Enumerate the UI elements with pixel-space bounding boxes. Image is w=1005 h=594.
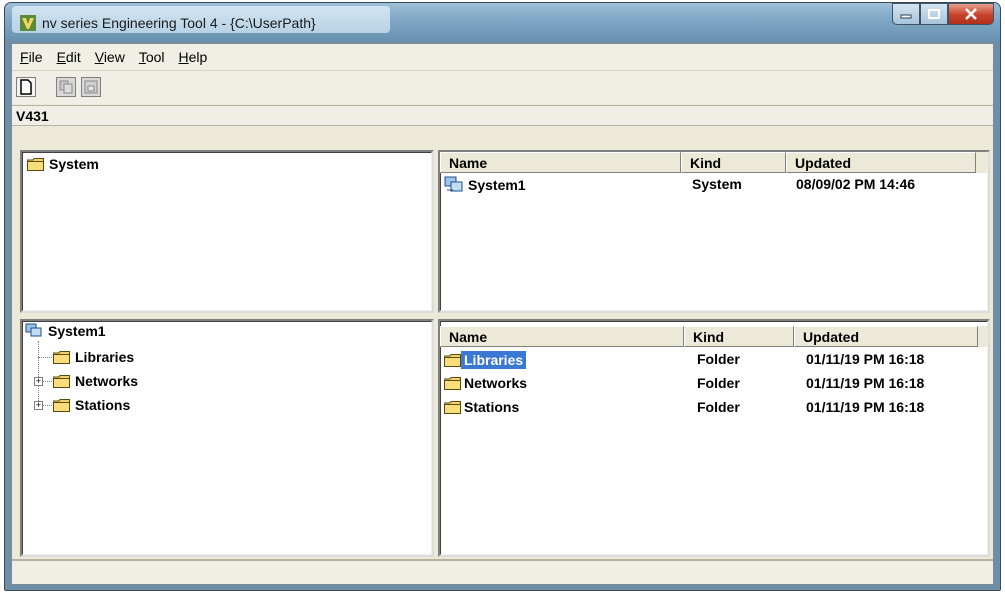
title-bar[interactable]: nv series Engineering Tool 4 - {C:\UserP…: [5, 3, 1000, 41]
tree-root-label: System1: [48, 323, 106, 339]
cell-name: Libraries: [444, 351, 527, 369]
row-name-selected: Libraries: [461, 351, 527, 369]
list-row[interactable]: System1 System 08/09/02 PM 14:46: [440, 174, 988, 196]
toolbar: [12, 71, 993, 104]
cell-name: System1: [444, 176, 526, 194]
cell-updated: 01/11/19 PM 16:18: [806, 399, 925, 415]
menu-mnemonic: F: [20, 49, 29, 65]
cell-name: Stations: [444, 399, 519, 415]
cell-kind: Folder: [697, 351, 740, 367]
maximize-button[interactable]: [920, 3, 948, 25]
cell-kind: Folder: [697, 399, 740, 415]
client-area: File Edit View Tool Help V431 System Nam…: [11, 43, 994, 585]
column-header-updated[interactable]: Updated: [794, 326, 978, 347]
cell-name: Networks: [444, 375, 527, 391]
pane-border: [22, 152, 432, 311]
folder-icon: [53, 350, 70, 364]
copy-button[interactable]: [56, 77, 76, 97]
cell-updated: 01/11/19 PM 16:18: [806, 375, 925, 391]
new-document-icon: [20, 79, 32, 95]
bottom-right-list-pane[interactable]: Name Kind Updated Libraries Folder 01/11…: [438, 319, 990, 557]
expand-stations-button[interactable]: +: [34, 401, 43, 410]
cell-updated: 01/11/19 PM 16:18: [806, 351, 925, 367]
folder-icon: [444, 400, 461, 414]
minimize-icon: [900, 14, 912, 19]
system-icon: [444, 176, 463, 192]
column-header-name[interactable]: Name: [440, 152, 681, 173]
tree-connector: [38, 357, 52, 358]
menu-mnemonic: E: [56, 49, 66, 65]
menu-mnemonic: T: [138, 49, 146, 65]
cell-kind: System: [692, 176, 742, 192]
top-right-list-pane[interactable]: Name Kind Updated System1 System 08/09/0…: [438, 150, 990, 313]
row-name: System1: [468, 177, 526, 193]
minimize-button[interactable]: [892, 3, 920, 25]
menu-bar: File Edit View Tool Help: [12, 44, 993, 71]
column-header-kind[interactable]: Kind: [681, 152, 786, 173]
column-header-kind[interactable]: Kind: [684, 326, 794, 347]
tree-item-label: Libraries: [75, 349, 135, 365]
row-name: Stations: [464, 399, 520, 415]
column-header-updated[interactable]: Updated: [786, 152, 976, 173]
menu-tool[interactable]: Tool: [132, 49, 172, 65]
menu-edit[interactable]: Edit: [50, 49, 88, 65]
maximize-icon: [928, 9, 940, 19]
list-row[interactable]: Networks Folder 01/11/19 PM 16:18: [440, 373, 988, 395]
folder-icon: [444, 376, 461, 390]
list-header: Name Kind Updated: [440, 152, 988, 173]
column-header-name[interactable]: Name: [440, 326, 684, 347]
list-row[interactable]: Libraries Folder 01/11/19 PM 16:18: [440, 349, 988, 371]
paste-icon: [84, 80, 98, 94]
cell-updated: 08/09/02 PM 14:46: [796, 176, 916, 192]
app-window: nv series Engineering Tool 4 - {C:\UserP…: [4, 2, 1001, 591]
menu-mnemonic: V: [94, 49, 104, 65]
tree-root-system1[interactable]: System1: [25, 323, 106, 339]
new-button[interactable]: [16, 77, 36, 97]
tree-item-system[interactable]: System: [27, 156, 99, 172]
list-row[interactable]: Stations Folder 01/11/19 PM 16:18: [440, 397, 988, 419]
folder-icon: [444, 353, 461, 367]
close-icon: [965, 8, 977, 20]
row-name: Networks: [464, 375, 528, 391]
copy-icon: [59, 80, 73, 94]
tree-connector: [38, 341, 39, 405]
cell-kind: Folder: [697, 375, 740, 391]
caption-buttons: [892, 3, 994, 25]
status-bar: [12, 559, 993, 584]
window-title: nv series Engineering Tool 4 - {C:\UserP…: [42, 15, 316, 31]
folder-icon: [53, 398, 70, 412]
tree-item-libraries[interactable]: Libraries: [53, 349, 134, 365]
tree-item-label: System: [49, 156, 99, 172]
folder-icon: [27, 157, 44, 171]
title-area: nv series Engineering Tool 4 - {C:\UserP…: [12, 6, 390, 33]
list-header: Name Kind Updated: [440, 326, 988, 347]
menu-help[interactable]: Help: [172, 49, 215, 65]
system-icon: [25, 323, 42, 337]
expand-networks-button[interactable]: +: [34, 377, 43, 386]
tree-item-label: Stations: [75, 397, 131, 413]
menu-view[interactable]: View: [88, 49, 132, 65]
tree-item-stations[interactable]: Stations: [53, 397, 130, 413]
tree-item-label: Networks: [75, 373, 139, 389]
tree-item-networks[interactable]: Networks: [53, 373, 138, 389]
folder-icon: [53, 374, 70, 388]
bottom-left-tree-pane[interactable]: System1 + + Libraries Networks Stations: [20, 319, 434, 557]
app-icon: [20, 15, 36, 31]
top-left-tree-pane[interactable]: System: [20, 150, 434, 313]
paste-button[interactable]: [81, 77, 101, 97]
menu-file[interactable]: File: [12, 49, 50, 65]
close-button[interactable]: [948, 3, 994, 25]
menu-mnemonic: H: [178, 49, 189, 65]
path-label: V431: [12, 105, 993, 126]
